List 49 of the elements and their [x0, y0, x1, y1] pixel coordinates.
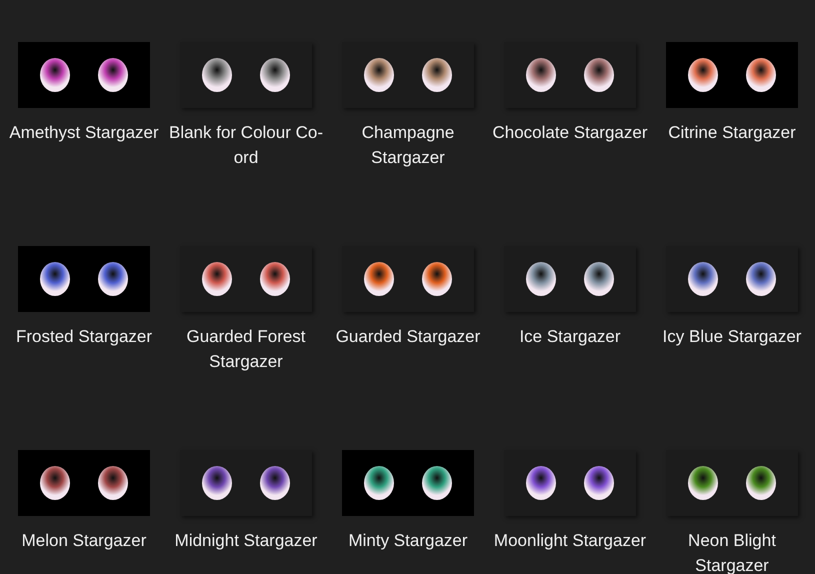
file-name: Moonlight Stargazer	[492, 530, 648, 552]
eye-icon	[259, 57, 291, 93]
file-name: Minty Stargazer	[347, 530, 469, 552]
file-name: Citrine Stargazer	[667, 122, 797, 144]
file-name: Midnight Stargazer	[174, 530, 318, 552]
file-name: Champagne Stargazer	[360, 122, 456, 169]
image-thumbnail[interactable]	[342, 450, 474, 516]
image-thumbnail[interactable]	[18, 42, 150, 108]
eye-icon	[525, 57, 557, 93]
file-name: Chocolate Stargazer	[492, 122, 648, 144]
file-name: Melon Stargazer	[20, 530, 148, 552]
file-name: Amethyst Stargazer	[8, 122, 160, 144]
eye-icon	[583, 57, 615, 93]
file-name: Frosted Stargazer	[14, 326, 154, 348]
eye-icon	[97, 261, 129, 297]
eye-icon	[363, 261, 395, 297]
eye-icon	[687, 261, 719, 297]
eye-icon	[363, 57, 395, 93]
eye-icon	[201, 465, 233, 501]
eye-icon	[39, 261, 71, 297]
eye-icon	[201, 261, 233, 297]
file-name: Icy Blue Stargazer	[662, 326, 802, 348]
eye-icon	[97, 57, 129, 93]
eye-icon	[525, 465, 557, 501]
eye-icon	[259, 465, 291, 501]
eye-icon	[39, 57, 71, 93]
eye-icon	[421, 57, 453, 93]
file-name: Ice Stargazer	[518, 326, 622, 348]
eye-icon	[687, 465, 719, 501]
image-thumbnail[interactable]	[18, 246, 150, 312]
eye-icon	[583, 465, 615, 501]
file-name: Guarded Stargazer	[334, 326, 482, 348]
eye-icon	[97, 465, 129, 501]
eye-icon	[745, 261, 777, 297]
eye-icon	[39, 465, 71, 501]
eye-icon	[421, 261, 453, 297]
eye-icon	[259, 261, 291, 297]
image-thumbnail[interactable]	[666, 42, 798, 108]
eye-icon	[525, 261, 557, 297]
file-name: Guarded Forest Stargazer	[185, 326, 307, 373]
image-thumbnail[interactable]	[18, 450, 150, 516]
eye-icon	[687, 57, 719, 93]
eye-icon	[421, 465, 453, 501]
eye-icon	[583, 261, 615, 297]
eye-icon	[745, 465, 777, 501]
file-name: Blank for Colour Co-ord	[168, 122, 324, 169]
eye-icon	[201, 57, 233, 93]
eye-icon	[745, 57, 777, 93]
eye-icon	[363, 465, 395, 501]
